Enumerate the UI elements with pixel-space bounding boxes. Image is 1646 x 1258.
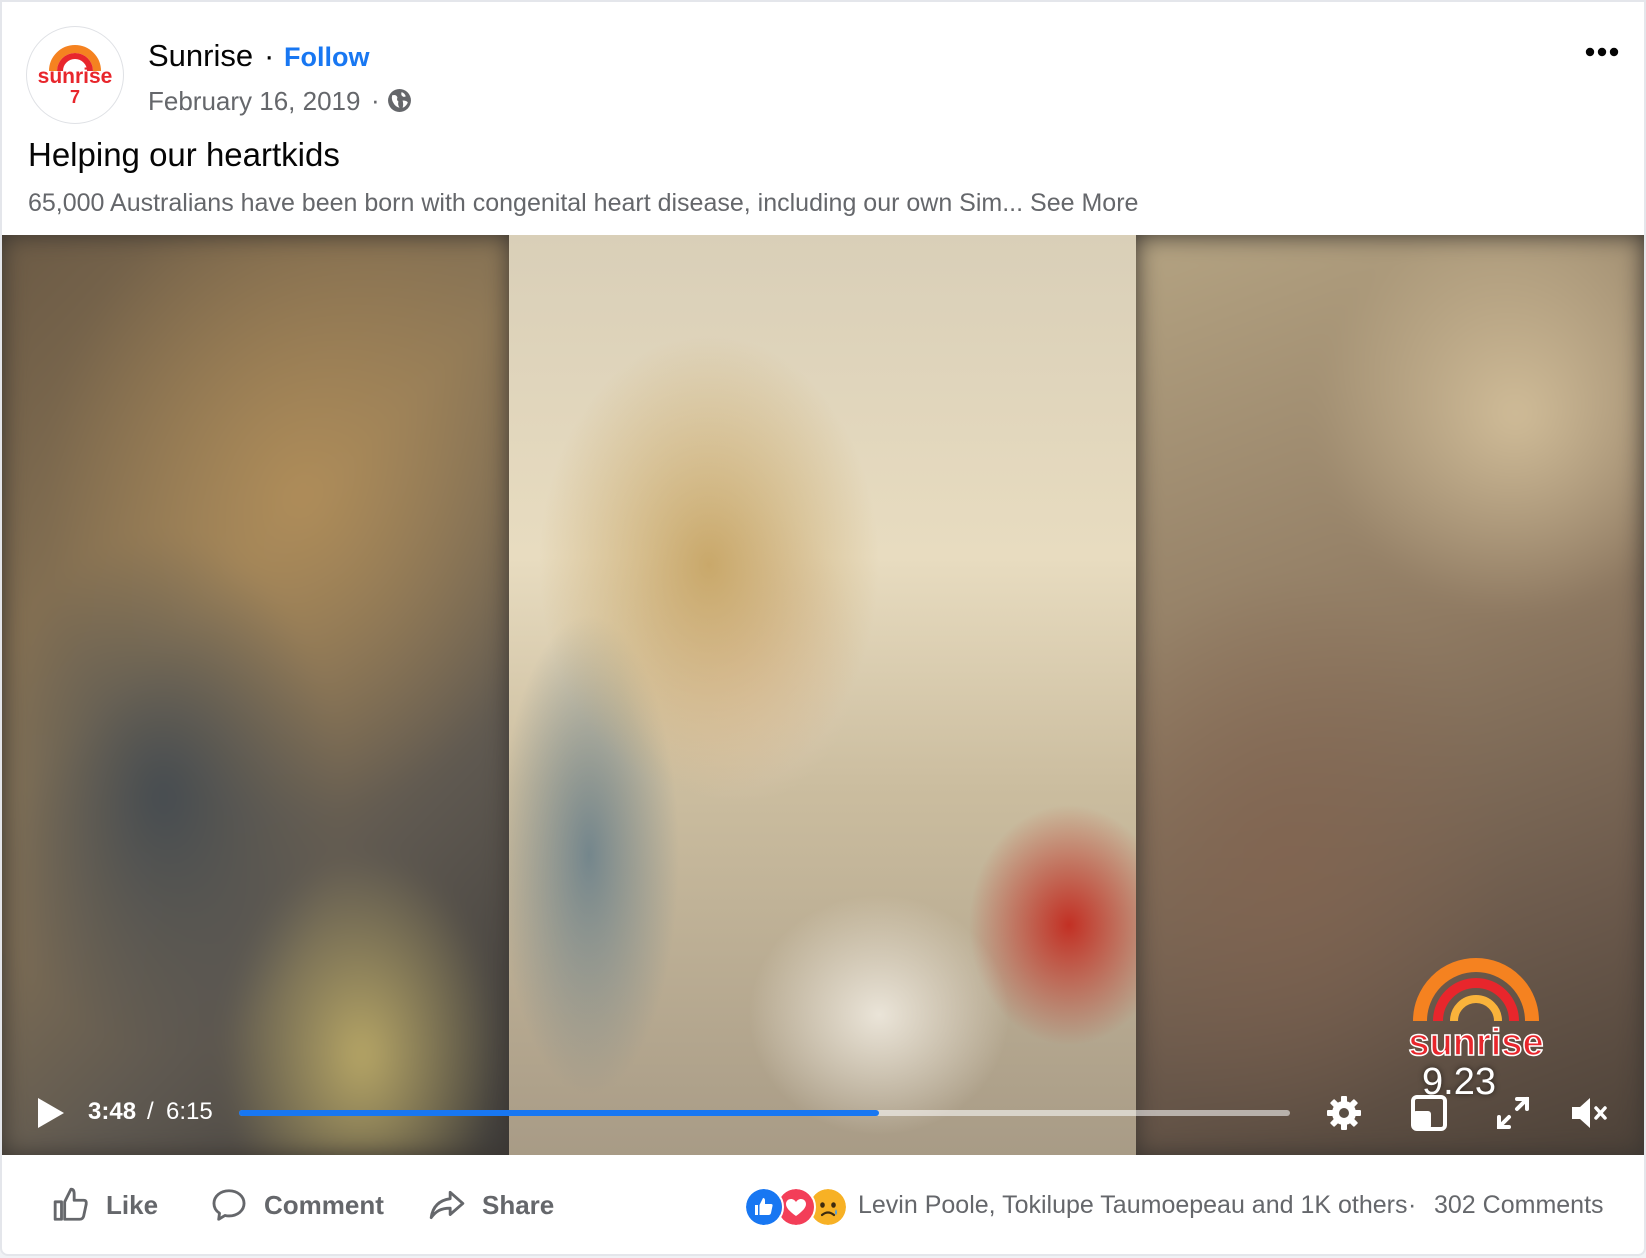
share-label: Share: [482, 1189, 555, 1220]
post-header: sunrise 7 Sunrise · Follow February 16, …: [2, 2, 1644, 127]
follow-button[interactable]: Follow: [284, 42, 369, 73]
like-button[interactable]: Like: [52, 1185, 158, 1225]
globe-icon[interactable]: [387, 88, 412, 113]
summary-separator: ·: [1408, 1191, 1417, 1219]
thumbs-up-icon: [53, 1187, 88, 1221]
post-excerpt-text: 65,000 Australians have been born with c…: [28, 189, 1024, 217]
page-name[interactable]: Sunrise: [148, 38, 253, 74]
logo-channel-mark: 7: [70, 87, 80, 107]
video-player[interactable]: sunrise 9.23 3:48 / 6:15: [2, 235, 1644, 1155]
post-footer: Like Comment Share Levin Poole, Tokilupe…: [2, 1155, 1644, 1254]
sunrise-logo: sunrise 7: [38, 45, 113, 107]
name-separator: ·: [264, 38, 275, 73]
post-date[interactable]: February 16, 2019: [148, 86, 360, 117]
picture-in-picture-icon[interactable]: [1409, 1093, 1449, 1133]
comment-button[interactable]: Comment: [210, 1185, 384, 1225]
total-time: 6:15: [166, 1098, 213, 1125]
post-card: sunrise 7 Sunrise · Follow February 16, …: [0, 0, 1646, 1256]
time-separator: /: [147, 1098, 154, 1125]
reaction-icons[interactable]: [744, 1187, 854, 1227]
page-avatar[interactable]: sunrise 7: [26, 26, 124, 124]
see-more-link[interactable]: See More: [1030, 189, 1138, 217]
post-excerpt: 65,000 Australians have been born with c…: [28, 189, 1138, 218]
share-icon: [429, 1190, 465, 1220]
watermark-text: sunrise: [1408, 1022, 1543, 1064]
share-button[interactable]: Share: [428, 1185, 554, 1225]
mute-icon[interactable]: [1568, 1093, 1608, 1133]
more-options-icon[interactable]: [1574, 34, 1630, 74]
play-icon[interactable]: [32, 1093, 68, 1133]
progress-bar[interactable]: [239, 1110, 1290, 1116]
like-reaction-icon: [744, 1187, 784, 1227]
settings-icon[interactable]: [1324, 1093, 1364, 1133]
logo-text: sunrise: [38, 65, 113, 88]
comment-label: Comment: [264, 1189, 384, 1220]
progress-fill: [239, 1110, 879, 1116]
sunrise-watermark: sunrise: [1408, 958, 1544, 1065]
like-label: Like: [106, 1189, 159, 1220]
video-blur-right: [1136, 235, 1644, 1155]
current-time: 3:48: [88, 1098, 137, 1125]
video-blur-left: [2, 235, 510, 1155]
date-separator: ·: [371, 85, 380, 115]
comment-icon: [212, 1189, 246, 1221]
video-frame: [509, 235, 1136, 1155]
post-title: Helping our heartkids: [28, 136, 340, 173]
comment-count[interactable]: 302 Comments: [1434, 1191, 1604, 1220]
reaction-summary[interactable]: Levin Poole, Tokilupe Taumoepeau and 1K …: [858, 1191, 1407, 1220]
fullscreen-icon[interactable]: [1493, 1093, 1533, 1133]
